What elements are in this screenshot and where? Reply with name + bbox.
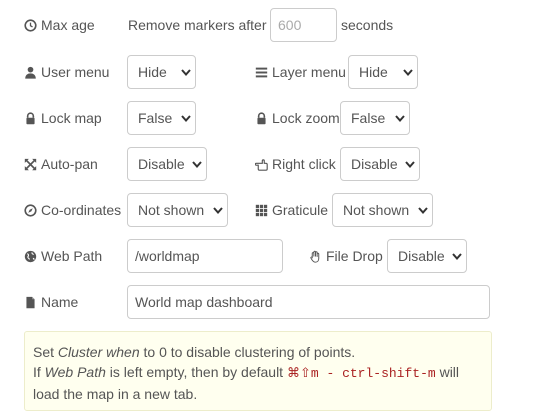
pan-row: Auto-pan Disable Right click Disable xyxy=(0,147,552,181)
file-drop-label: File Drop xyxy=(309,239,383,273)
user-icon xyxy=(24,66,37,79)
max-age-suffix: seconds xyxy=(341,17,394,33)
name-input[interactable]: World map dashboard xyxy=(127,285,490,319)
auto-pan-label: Auto-pan xyxy=(24,147,98,181)
coords-row: Co-ordinates Not shown Graticule Not sho… xyxy=(0,193,552,227)
web-path-input[interactable]: /worldmap xyxy=(127,239,283,273)
layer-menu-label: Layer menu xyxy=(255,55,346,89)
coordinates-label: Co-ordinates xyxy=(24,193,121,227)
chevron-down-icon xyxy=(177,102,195,134)
chevron-down-icon xyxy=(188,148,206,180)
bars-icon xyxy=(255,66,268,79)
chevron-down-icon xyxy=(414,194,432,226)
lock-row: Lock map False Lock zoom False xyxy=(0,101,552,135)
chevron-down-icon xyxy=(209,194,227,226)
hand-pointer-icon xyxy=(255,158,268,171)
globe-icon xyxy=(24,250,37,263)
name-label: Name xyxy=(24,285,78,319)
shortcut-code: ⌘⇧m - ctrl-shift-m xyxy=(286,366,436,381)
layer-menu-select[interactable]: Hide xyxy=(348,55,418,89)
chevron-down-icon xyxy=(448,240,466,272)
lock-icon xyxy=(255,111,268,125)
clock-icon xyxy=(24,18,37,32)
web-path-label: Web Path xyxy=(24,239,102,273)
menu-row: User menu Hide Layer menu Hide xyxy=(0,55,552,89)
graticule-label: Graticule xyxy=(255,193,328,227)
compass-icon xyxy=(24,203,37,217)
tip-line-2: If Web Path is left empty, then by defau… xyxy=(33,364,460,402)
expand-arrows-icon xyxy=(24,158,37,171)
user-menu-label: User menu xyxy=(24,55,109,89)
lock-icon xyxy=(24,111,37,125)
max-age-prefix: Remove markers after xyxy=(128,17,267,33)
chevron-down-icon xyxy=(391,102,409,134)
name-row: Name World map dashboard xyxy=(0,285,552,319)
user-menu-select[interactable]: Hide xyxy=(127,55,196,89)
graticule-select[interactable]: Not shown xyxy=(332,193,433,227)
right-click-label: Right click xyxy=(255,147,336,181)
lock-map-select[interactable]: False xyxy=(127,101,196,135)
auto-pan-select[interactable]: Disable xyxy=(127,147,207,181)
lock-zoom-select[interactable]: False xyxy=(340,101,410,135)
help-tip: Set Cluster when to 0 to disable cluster… xyxy=(24,331,492,411)
max-age-row: Max age Remove markers after 600 seconds xyxy=(0,8,552,42)
max-age-label: Max age xyxy=(24,8,95,42)
max-age-input[interactable]: 600 xyxy=(270,8,337,42)
file-icon xyxy=(24,296,37,309)
chevron-down-icon xyxy=(177,56,195,88)
webpath-row: Web Path /worldmap File Drop Disable xyxy=(0,239,552,273)
lock-map-label: Lock map xyxy=(24,101,102,135)
hand-icon xyxy=(309,250,322,263)
chevron-down-icon xyxy=(399,56,417,88)
coordinates-select[interactable]: Not shown xyxy=(127,193,228,227)
lock-zoom-label: Lock zoom xyxy=(255,101,340,135)
grid-icon xyxy=(255,204,268,217)
chevron-down-icon xyxy=(401,148,419,180)
tip-line-1: Set Cluster when to 0 to disable cluster… xyxy=(33,344,356,360)
file-drop-select[interactable]: Disable xyxy=(387,239,467,273)
right-click-select[interactable]: Disable xyxy=(340,147,420,181)
